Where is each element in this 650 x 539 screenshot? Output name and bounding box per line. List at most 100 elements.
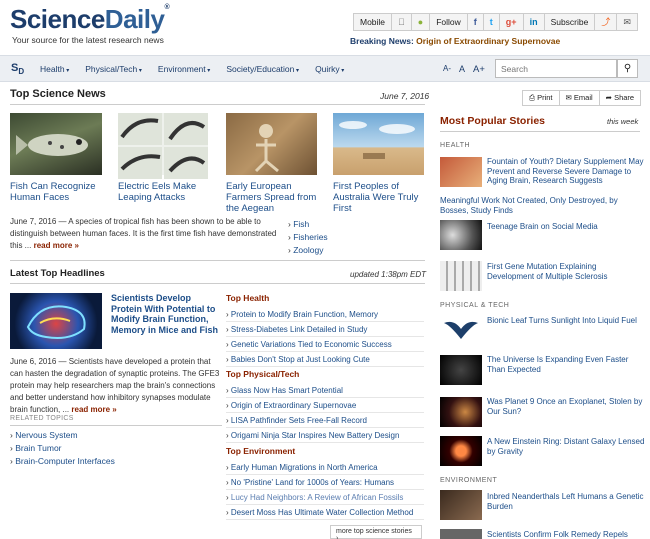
popular-story[interactable]: Teenage Brain on Social Media: [487, 222, 645, 232]
more-stories-button[interactable]: more top science stories ›: [330, 525, 422, 539]
nav-menu: Health Physical/Tech Environment Society…: [40, 64, 344, 74]
nav-health[interactable]: Health: [40, 64, 69, 74]
topic-link[interactable]: Zoology: [288, 245, 328, 258]
headline-link[interactable]: Desert Moss Has Ultimate Water Collectio…: [226, 505, 424, 520]
search-input[interactable]: [495, 59, 617, 78]
nav-society-education[interactable]: Society/Education: [226, 64, 299, 74]
headline-link[interactable]: Lucy Had Neighbors: A Review of African …: [226, 490, 424, 505]
top-toolbar: Mobile  ● Follow f t g+ in Subscribe ⤴ …: [353, 13, 638, 31]
story-australia[interactable]: First Peoples of Australia Were Truly Fi…: [333, 181, 427, 214]
breaking-news-link[interactable]: Origin of Extraordinary Supernovae: [416, 36, 560, 46]
section-top-health: Top Health: [226, 293, 270, 303]
main-nav: SD Health Physical/Tech Environment Soci…: [0, 55, 650, 82]
headline-link[interactable]: Early Human Migrations in North America: [226, 460, 424, 475]
popular-story[interactable]: A New Einstein Ring: Distant Galaxy Lens…: [487, 437, 645, 456]
fish-icon: [16, 134, 88, 156]
popular-story[interactable]: Fountain of Youth? Dietary Supplement Ma…: [487, 157, 645, 186]
headline-link[interactable]: No 'Pristine' Land for 1000s of Years: H…: [226, 475, 424, 490]
category-health: HEALTH: [440, 142, 471, 149]
popular-thumb[interactable]: [440, 397, 482, 427]
nav-physical-tech[interactable]: Physical/Tech: [85, 64, 142, 74]
popular-story[interactable]: Was Planet 9 Once an Exoplanet, Stolen b…: [487, 397, 645, 416]
subscribe-button[interactable]: Subscribe: [543, 14, 595, 30]
mail-icon: ✉: [565, 93, 572, 102]
font-size-controls: A- A A+: [443, 64, 485, 75]
divider: [10, 283, 425, 284]
fish-image[interactable]: [10, 113, 102, 175]
popular-story[interactable]: Inbred Neanderthals Left Humans a Geneti…: [487, 492, 645, 511]
headline-link[interactable]: Origami Ninja Star Inspires New Battery …: [226, 428, 424, 443]
eel-image[interactable]: [118, 113, 208, 179]
read-more-link[interactable]: read more »: [34, 241, 79, 250]
headline-link[interactable]: Stress-Diabetes Link Detailed in Study: [226, 322, 424, 337]
popular-story[interactable]: Meaningful Work Not Created, Only Destro…: [440, 196, 640, 215]
font-smaller-button[interactable]: A-: [443, 64, 451, 75]
headline-link[interactable]: Protein to Modify Brain Function, Memory: [226, 307, 424, 322]
topic-link[interactable]: Fish: [288, 219, 328, 232]
share-button[interactable]: ➦ Share: [598, 91, 640, 105]
story-farmers[interactable]: Early European Farmers Spread from the A…: [226, 181, 320, 214]
category-environment: ENVIRONMENT: [440, 477, 498, 484]
section-top-environment: Top Environment: [226, 446, 296, 456]
rss-icon[interactable]: ⤴: [594, 14, 616, 30]
chevron-right-icon: ›: [336, 535, 339, 539]
skeleton-image[interactable]: [226, 113, 317, 175]
popular-story[interactable]: Bionic Leaf Turns Sunlight Into Liquid F…: [487, 316, 645, 326]
headline-link[interactable]: Glass Now Has Smart Potential: [226, 383, 424, 398]
popular-thumb[interactable]: [440, 313, 482, 343]
apple-icon[interactable]: : [391, 14, 411, 30]
popular-thumb[interactable]: [440, 490, 482, 520]
site-header: ScienceDaily® Your source for the latest…: [0, 0, 650, 55]
most-popular-title: Most Popular Stories: [440, 115, 546, 127]
print-icon: ⎙: [529, 93, 535, 102]
popular-story[interactable]: First Gene Mutation Explaining Developme…: [487, 262, 645, 281]
story-eels[interactable]: Electric Eels Make Leaping Attacks: [118, 181, 212, 203]
nav-logo[interactable]: SD: [11, 62, 24, 76]
related-link[interactable]: Brain-Computer Interfaces: [10, 456, 115, 469]
print-button[interactable]: ⎙ Print: [523, 91, 559, 105]
tagline: Your source for the latest research news: [12, 35, 164, 45]
google-plus-icon[interactable]: g+: [498, 14, 523, 30]
divider: [440, 131, 640, 132]
related-link[interactable]: Brain Tumor: [10, 443, 115, 456]
twitter-icon[interactable]: t: [482, 14, 499, 30]
popular-story[interactable]: The Universe Is Expanding Even Faster Th…: [487, 355, 645, 374]
mobile-button[interactable]: Mobile: [354, 14, 391, 30]
brain-image[interactable]: [10, 293, 102, 349]
android-icon[interactable]: ●: [410, 14, 429, 30]
search-icon[interactable]: ⚲: [617, 59, 638, 78]
headline-link[interactable]: Babies Don't Stop at Just Looking Cute: [226, 352, 424, 367]
font-normal-button[interactable]: A: [459, 64, 465, 75]
category-physical-tech: PHYSICAL & TECH: [440, 302, 510, 309]
nav-environment[interactable]: Environment: [158, 64, 210, 74]
linkedin-icon[interactable]: in: [522, 14, 544, 30]
popular-thumb[interactable]: [440, 220, 482, 250]
related-link[interactable]: Nervous System: [10, 430, 115, 443]
email-button[interactable]: ✉ Email: [558, 91, 599, 105]
headline-link[interactable]: Genetic Variations Tied to Economic Succ…: [226, 337, 424, 352]
popular-thumb[interactable]: [440, 529, 482, 539]
read-more-link[interactable]: read more »: [71, 405, 116, 414]
popular-thumb[interactable]: [440, 261, 482, 291]
headline-link[interactable]: Origin of Extraordinary Supernovae: [226, 398, 424, 413]
mail-icon[interactable]: ✉: [616, 14, 637, 30]
topic-link[interactable]: Fisheries: [288, 232, 327, 245]
related-topics-label: RELATED TOPICS: [10, 415, 74, 422]
story-fish[interactable]: Fish Can Recognize Human Faces: [10, 181, 104, 203]
popular-thumb[interactable]: [440, 355, 482, 385]
popular-thumb[interactable]: [440, 157, 482, 187]
facebook-icon[interactable]: f: [466, 14, 483, 30]
popular-story[interactable]: Scientists Confirm Folk Remedy Repels: [487, 530, 645, 539]
headline-link[interactable]: LISA Pathfinder Sets Free-Fall Record: [226, 413, 424, 428]
topic-list: Fish Fisheries Zoology: [288, 219, 328, 258]
health-headlines: Protein to Modify Brain Function, Memory…: [226, 307, 424, 367]
nav-quirky[interactable]: Quirky: [315, 64, 344, 74]
australia-image[interactable]: [333, 113, 424, 175]
lead-headline[interactable]: Scientists Develop Protein With Potentia…: [111, 293, 221, 335]
popular-thumb[interactable]: [440, 436, 482, 466]
environment-headlines: Early Human Migrations in North America …: [226, 460, 424, 520]
follow-button[interactable]: Follow: [429, 14, 467, 30]
leaf-icon: [444, 321, 478, 339]
font-larger-button[interactable]: A+: [473, 64, 485, 75]
site-logo[interactable]: ScienceDaily®: [10, 4, 170, 35]
